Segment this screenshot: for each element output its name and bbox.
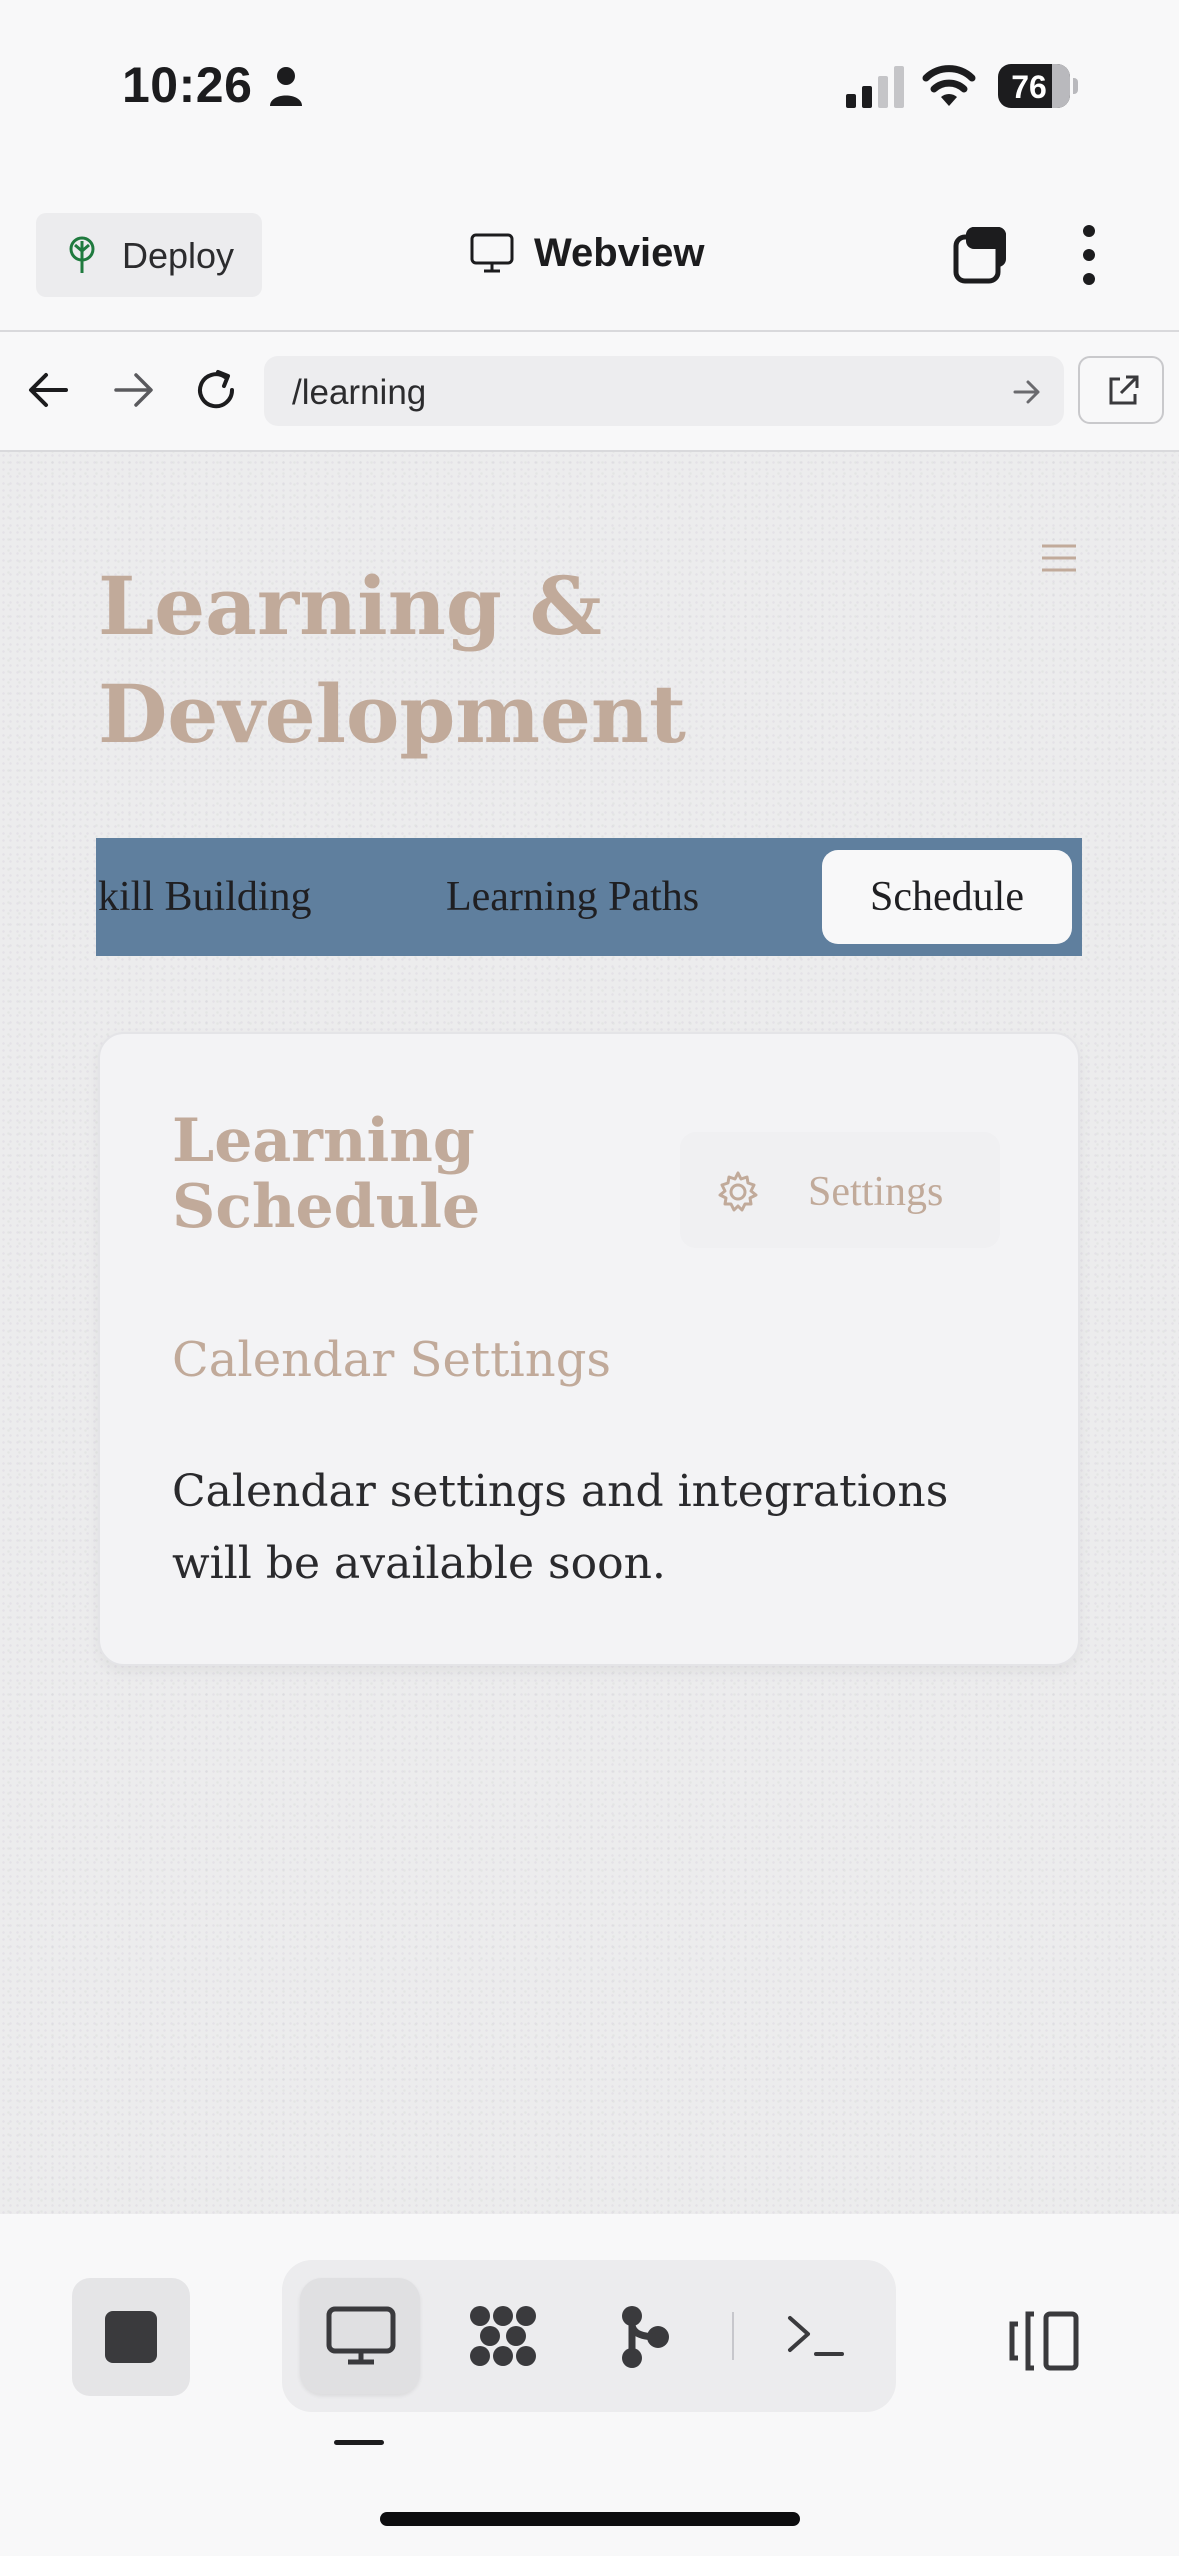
- webview-content: Learning & Development kill Building Lea…: [0, 452, 1179, 2214]
- app-header: Deploy Webview: [0, 175, 1179, 332]
- heading-learning-development: Learning & Development: [98, 559, 687, 761]
- person-icon: [270, 67, 302, 106]
- calendar-settings-heading: Calendar Settings: [172, 1332, 612, 1388]
- url-field[interactable]: /learning: [264, 356, 1064, 426]
- tab-skill-building[interactable]: kill Building: [98, 850, 312, 944]
- battery-icon: 76: [998, 64, 1078, 108]
- tab-schedule[interactable]: Schedule: [822, 850, 1072, 944]
- apps-icon[interactable]: [466, 2304, 540, 2368]
- deploy-button[interactable]: Deploy: [36, 213, 262, 297]
- url-toolbar: /learning: [0, 332, 1179, 452]
- tabs-icon[interactable]: [952, 225, 1012, 285]
- menu-icon[interactable]: [1040, 542, 1078, 574]
- section-tabs: kill Building Learning Paths Schedule: [96, 838, 1082, 956]
- git-icon[interactable]: [618, 2304, 672, 2370]
- status-bar: 10:26 76: [0, 0, 1179, 175]
- tab-learning-paths[interactable]: Learning Paths: [446, 850, 699, 944]
- page-title: Webview: [534, 231, 705, 275]
- status-time: 10:26: [122, 57, 253, 113]
- url-text: /learning: [292, 373, 427, 412]
- stop-button[interactable]: [72, 2278, 190, 2396]
- stop-icon: [105, 2311, 157, 2363]
- settings-button[interactable]: Settings: [680, 1132, 1000, 1248]
- battery-percent: 76: [1011, 69, 1047, 105]
- open-external-button[interactable]: [1078, 356, 1164, 424]
- signal-icon: [846, 66, 904, 108]
- bottom-toolbar: [0, 2214, 1179, 2556]
- deploy-label: Deploy: [122, 235, 235, 276]
- wifi-icon: [922, 65, 976, 106]
- card-title: Learning Schedule: [172, 1106, 481, 1242]
- gear-icon: [718, 1171, 758, 1212]
- forward-icon[interactable]: [112, 370, 156, 410]
- toolbar-divider: [732, 2312, 734, 2360]
- monitor-icon: [470, 233, 514, 273]
- reload-icon[interactable]: [192, 366, 240, 414]
- active-indicator: [334, 2440, 384, 2445]
- home-indicator: [380, 2512, 800, 2526]
- more-icon[interactable]: [1074, 223, 1104, 287]
- terminal-icon[interactable]: [786, 2310, 846, 2362]
- calendar-settings-message: Calendar settings and integrations will …: [172, 1466, 949, 1589]
- open-external-icon: [1109, 375, 1139, 405]
- view-switcher: [282, 2260, 896, 2412]
- back-icon[interactable]: [26, 370, 70, 410]
- panels-icon[interactable]: [1008, 2310, 1080, 2372]
- go-icon[interactable]: [1012, 378, 1042, 406]
- deploy-icon: [69, 236, 95, 273]
- schedule-card: Learning Schedule Settings Calendar Sett…: [98, 1032, 1080, 1666]
- settings-label: Settings: [808, 1169, 944, 1215]
- webview-icon[interactable]: [326, 2306, 396, 2366]
